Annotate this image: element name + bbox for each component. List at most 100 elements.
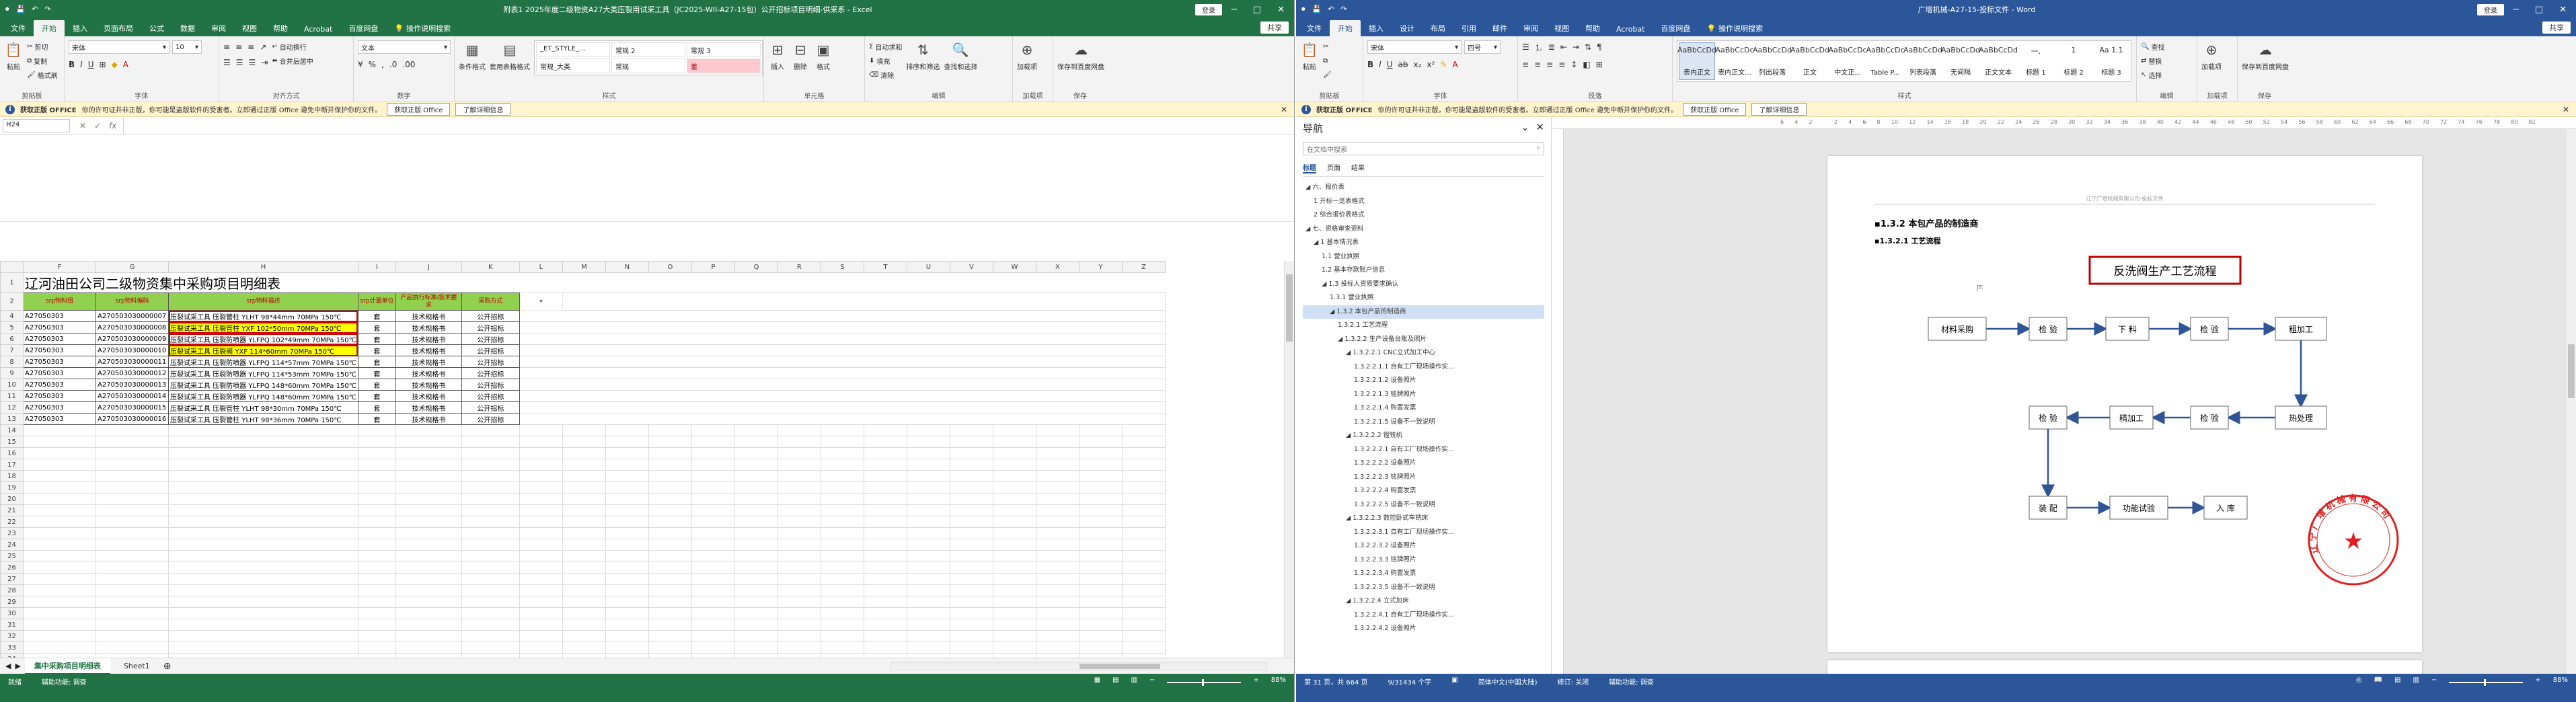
empty-cell[interactable] [96,596,169,608]
empty-cell[interactable] [863,504,907,516]
cell-description[interactable]: 压裂试采工具 压裂管柱 YLHT 98*44mm 70MPa 150℃ [168,310,358,322]
close-icon[interactable]: ✕ [2563,105,2569,114]
cell-unit[interactable]: 套 [357,390,396,402]
empty-cell[interactable] [1035,436,1079,448]
cell-code[interactable]: A270503030000010 [96,344,169,356]
empty-cell[interactable] [168,493,358,505]
empty-cell[interactable] [395,596,462,608]
empty-cell[interactable] [691,516,735,528]
empty-cell[interactable] [863,596,907,608]
justify-icon[interactable]: ≡ [1558,60,1565,69]
row-header[interactable]: 6 [0,333,24,345]
empty-cell[interactable] [1121,630,1166,642]
tell-me-search[interactable]: 💡 操作说明搜索 [1698,20,1771,36]
empty-cell[interactable] [605,481,649,494]
cell-method[interactable]: 公开招标 [461,356,520,368]
empty-cell[interactable] [691,573,735,585]
empty-cell[interactable] [461,641,520,654]
empty-cell[interactable] [691,493,735,505]
empty-cell[interactable] [777,459,821,471]
bold-icon[interactable]: B [69,60,75,69]
cell-group[interactable]: A27050303 [23,401,96,414]
empty-cell[interactable] [519,390,1166,402]
align-right-icon[interactable]: ☰ [249,58,256,67]
cell-method[interactable]: 公开招标 [461,333,520,345]
empty-cell[interactable] [949,493,993,505]
empty-cell[interactable] [357,596,396,608]
save-baidu-button[interactable]: ☁ 保存到百度网盘 [2242,40,2289,71]
empty-cell[interactable] [949,619,993,631]
restore-button[interactable]: □ [2535,5,2543,15]
empty-cell[interactable] [519,447,563,459]
align-center-icon[interactable]: ☰ [236,58,243,67]
empty-cell[interactable] [519,561,563,574]
empty-cell[interactable] [1121,481,1166,494]
cell-unit[interactable]: 套 [357,310,396,322]
cell-description[interactable]: 压裂试采工具 压裂管柱 YLHT 98*30mm 70MPa 150℃ [168,401,358,414]
wrap-text-button[interactable]: ↵ 自动换行 [272,40,313,52]
empty-cell[interactable] [1035,641,1079,654]
align-left-icon[interactable]: ☰ [223,58,231,67]
empty-cell[interactable] [395,619,462,631]
empty-cell[interactable] [734,459,778,471]
empty-cell[interactable] [691,630,735,642]
underline-icon[interactable]: U [1387,60,1393,69]
empty-cell[interactable] [605,493,649,505]
empty-cell[interactable] [1078,550,1123,562]
horizontal-scrollbar[interactable] [891,662,1267,670]
empty-cell[interactable] [562,436,606,448]
empty-cell[interactable] [820,459,864,471]
col-header[interactable]: O [648,261,692,273]
empty-cell[interactable] [562,619,606,631]
header-unit[interactable]: srp计量单位 [357,292,396,311]
style-item[interactable]: Aa 1.1 标题 3 [2093,42,2129,80]
empty-cell[interactable] [1078,630,1123,642]
nav-heading-item[interactable]: 1.3.2.2.2.1 自有工厂现场操作实... [1303,443,1544,457]
row-header[interactable]: 4 [0,310,24,322]
learn-more-button[interactable]: 了解详细信息 [455,103,511,116]
cell-standard[interactable]: 技术规格书 [395,344,462,356]
align-top-icon[interactable]: ≡ [223,42,230,52]
cell-description[interactable]: 压裂试采工具 压裂管柱 YXF 102*50mm 70MPa 150℃ [168,321,358,334]
empty-cell[interactable] [992,584,1036,596]
empty-cell[interactable] [96,470,169,482]
find-select-button[interactable]: 🔍 查找和选择 [944,40,977,71]
empty-cell[interactable] [1035,596,1079,608]
cell-standard[interactable]: 技术规格书 [395,356,462,368]
empty-cell[interactable] [906,550,950,562]
empty-cell[interactable] [906,424,950,436]
empty-cell[interactable] [1121,527,1166,539]
empty-cell[interactable] [1078,459,1123,471]
empty-cell[interactable] [1078,493,1123,505]
empty-cell[interactable] [1121,424,1166,436]
empty-cell[interactable] [562,527,606,539]
decrease-indent-icon[interactable]: ⇤ [1560,42,1567,52]
empty-cell[interactable] [357,436,396,448]
empty-cell[interactable] [357,493,396,505]
cell-standard[interactable]: 技术规格书 [395,321,462,334]
empty-cell[interactable] [906,619,950,631]
empty-cell[interactable] [605,630,649,642]
empty-cell[interactable] [648,470,692,482]
empty-cell[interactable] [691,561,735,574]
empty-cell[interactable] [777,424,821,436]
font-family-select[interactable]: 宋体 ▾ [1367,40,1462,54]
empty-cell[interactable] [1121,641,1166,654]
cell-group[interactable]: A27050303 [23,413,96,425]
empty-cell[interactable] [1121,516,1166,528]
col-header[interactable]: Y [1078,261,1123,273]
empty-cell[interactable] [820,607,864,619]
line-spacing-icon[interactable]: ↕ [1570,60,1577,69]
close-button[interactable]: ✕ [1277,5,1285,15]
empty-cell[interactable] [734,504,778,516]
font-family-select[interactable]: 宋体 ▾ [69,40,169,54]
empty-cell[interactable] [1035,527,1079,539]
select-all-corner[interactable] [0,261,24,273]
empty-cell[interactable] [519,470,563,482]
empty-cell[interactable] [992,596,1036,608]
empty-cell[interactable] [23,584,96,596]
empty-cell[interactable] [777,493,821,505]
empty-cell[interactable] [519,607,563,619]
cell-description[interactable]: 压裂试采工具 压裂防喷器 YLFPQ 148*60mm 70MPa 150℃ [168,390,358,402]
row-header[interactable]: 17 [0,459,24,471]
